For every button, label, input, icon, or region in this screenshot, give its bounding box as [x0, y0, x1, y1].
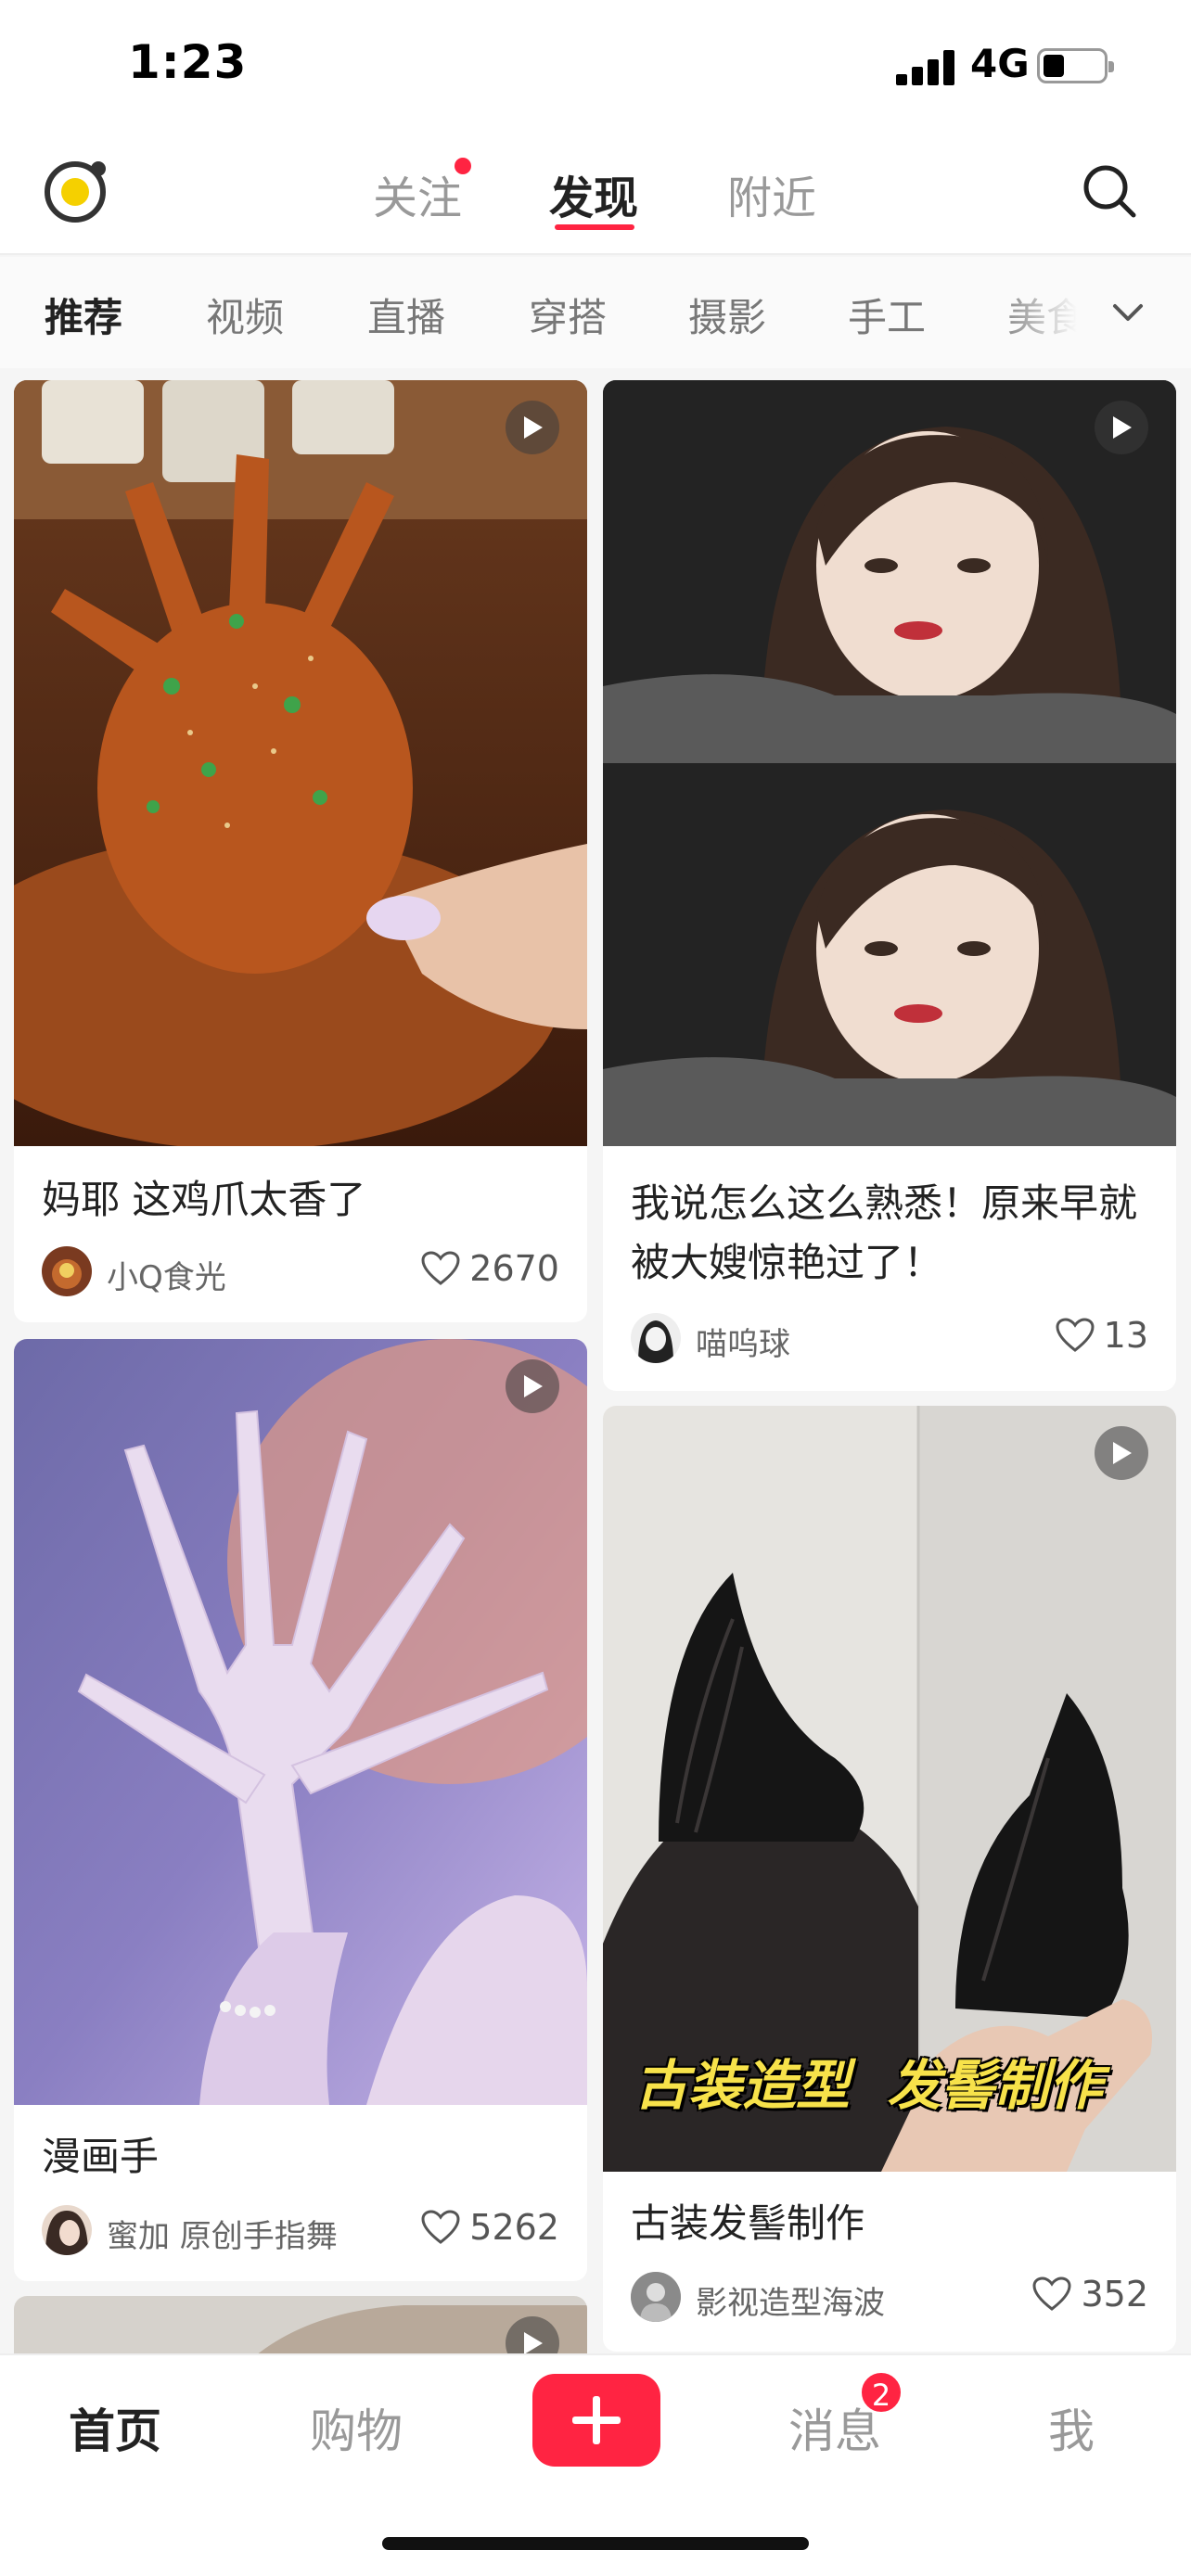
top-nav: 关注 发现 附近 — [0, 130, 1191, 255]
category-live[interactable]: 直播 — [367, 287, 445, 343]
category-recommend[interactable]: 推荐 — [45, 287, 122, 343]
category-video[interactable]: 视频 — [206, 287, 284, 343]
heart-icon — [421, 1251, 460, 1285]
follow-notification-dot — [455, 158, 471, 174]
heart-icon — [1056, 1318, 1095, 1352]
status-bar: 1:23 4G — [0, 0, 1191, 130]
status-time: 1:23 — [128, 35, 248, 89]
home-indicator — [382, 2537, 809, 2550]
card-title: 古装发髻制作 — [631, 2200, 865, 2246]
card-title: 妈耶 这鸡爪太香了 — [42, 1177, 366, 1222]
cover-caption: 古装造型 发髻制作 — [634, 2054, 1103, 2117]
category-outfit[interactable]: 穿搭 — [529, 287, 607, 343]
tab-home[interactable]: 首页 — [69, 2394, 161, 2461]
feed-card[interactable]: 妈耶 这鸡爪太香了 小Q食光 2670 — [14, 380, 587, 1322]
play-icon — [506, 401, 559, 454]
avatar[interactable] — [42, 2205, 92, 2255]
like-button[interactable]: 13 — [1056, 1315, 1148, 1356]
card-cover-image — [14, 1339, 587, 2105]
category-handmade[interactable]: 手工 — [848, 287, 926, 343]
author-name[interactable]: 蜜加 原创手指舞 — [107, 2211, 338, 2256]
like-button[interactable]: 2670 — [421, 1248, 559, 1289]
author-name[interactable]: 影视造型海波 — [696, 2277, 885, 2323]
avatar[interactable] — [631, 1313, 681, 1363]
category-bar: 推荐 视频 直播 穿搭 摄影 手工 美食 — [0, 257, 1191, 368]
tab-shopping[interactable]: 购物 — [310, 2394, 403, 2461]
bottom-tab-bar: 首页 购物 消息 2 我 — [0, 2353, 1191, 2576]
like-count: 2670 — [469, 1248, 559, 1289]
battery-icon — [1037, 48, 1114, 83]
camera-logo-icon[interactable] — [45, 161, 106, 223]
network-type: 4G — [970, 41, 1030, 86]
card-title: 漫画手 — [42, 2134, 160, 2179]
active-tab-underline — [555, 224, 634, 230]
author-name[interactable]: 喵呜球 — [696, 1319, 790, 1364]
author-name[interactable]: 小Q食光 — [107, 1252, 226, 1297]
feed-card[interactable]: 古装造型 发髻制作 古装发髻制作 影视造型海波 352 — [603, 1406, 1176, 2352]
plus-icon — [572, 2396, 621, 2444]
avatar[interactable] — [631, 2272, 681, 2322]
search-icon[interactable] — [1082, 163, 1137, 219]
feed-card[interactable]: 我说怎么这么熟悉！原来早就 被大嫂惊艳过了！ 喵呜球 13 — [603, 380, 1176, 1391]
feed-card[interactable]: 漫画手 蜜加 原创手指舞 5262 — [14, 1339, 587, 2281]
card-cover-image — [603, 380, 1176, 1146]
like-button[interactable]: 5262 — [421, 2207, 559, 2248]
category-photography[interactable]: 摄影 — [688, 287, 766, 343]
card-title: 我说怎么这么熟悉！原来早就 被大嫂惊艳过了！ — [631, 1180, 1138, 1285]
tab-me[interactable]: 我 — [1048, 2394, 1095, 2461]
create-post-button[interactable] — [532, 2374, 660, 2467]
like-button[interactable]: 352 — [1032, 2274, 1148, 2315]
chevron-down-icon[interactable] — [1109, 294, 1146, 331]
tab-discover[interactable]: 发现 — [549, 161, 638, 226]
tab-follow[interactable]: 关注 — [373, 161, 462, 226]
signal-icon — [896, 48, 955, 85]
card-cover-image — [14, 380, 587, 1146]
like-count: 13 — [1103, 1315, 1148, 1356]
heart-icon — [421, 2210, 460, 2244]
tab-nearby[interactable]: 附近 — [727, 161, 816, 226]
heart-icon — [1032, 2276, 1071, 2311]
messages-badge: 2 — [859, 2370, 903, 2415]
like-count: 352 — [1081, 2274, 1148, 2315]
play-icon — [1095, 1426, 1148, 1480]
like-count: 5262 — [469, 2207, 559, 2248]
category-fade — [992, 257, 1113, 368]
play-icon — [1095, 401, 1148, 454]
play-icon — [506, 1359, 559, 1413]
avatar[interactable] — [42, 1246, 92, 1296]
